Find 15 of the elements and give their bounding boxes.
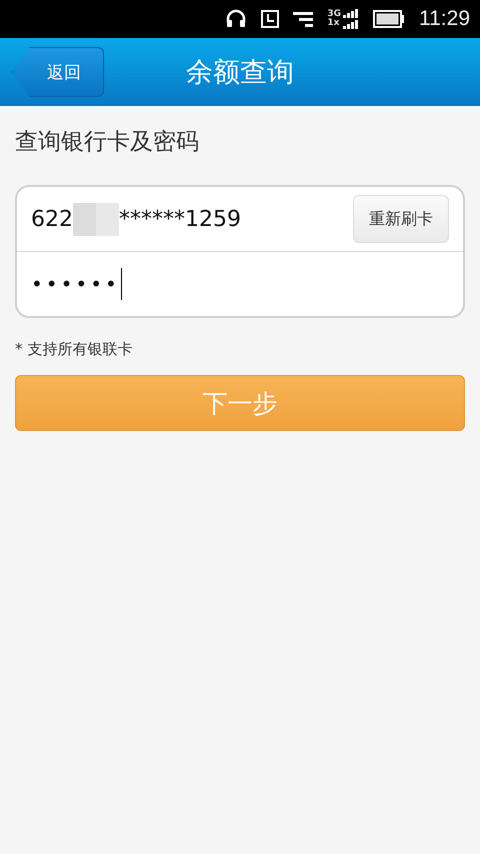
notification-icon xyxy=(293,11,314,27)
card-number-field[interactable]: 622 ******1259 xyxy=(31,202,353,236)
password-field[interactable]: •••••• xyxy=(31,252,449,316)
reswipe-button[interactable]: 重新刷卡 xyxy=(353,195,449,243)
network-type: 1x xyxy=(327,19,340,28)
back-button[interactable]: 返回 xyxy=(12,47,104,97)
headset-icon xyxy=(225,8,248,30)
signal-icon xyxy=(343,9,359,29)
clock-time: 11:29 xyxy=(419,7,470,31)
network-type: 3G xyxy=(327,10,341,19)
clock-icon xyxy=(261,10,280,28)
section-title: 查询银行卡及密码 xyxy=(15,128,200,157)
page-title: 余额查询 xyxy=(186,56,294,90)
support-note: * 支持所有银联卡 xyxy=(15,340,134,359)
battery-icon xyxy=(373,10,405,28)
